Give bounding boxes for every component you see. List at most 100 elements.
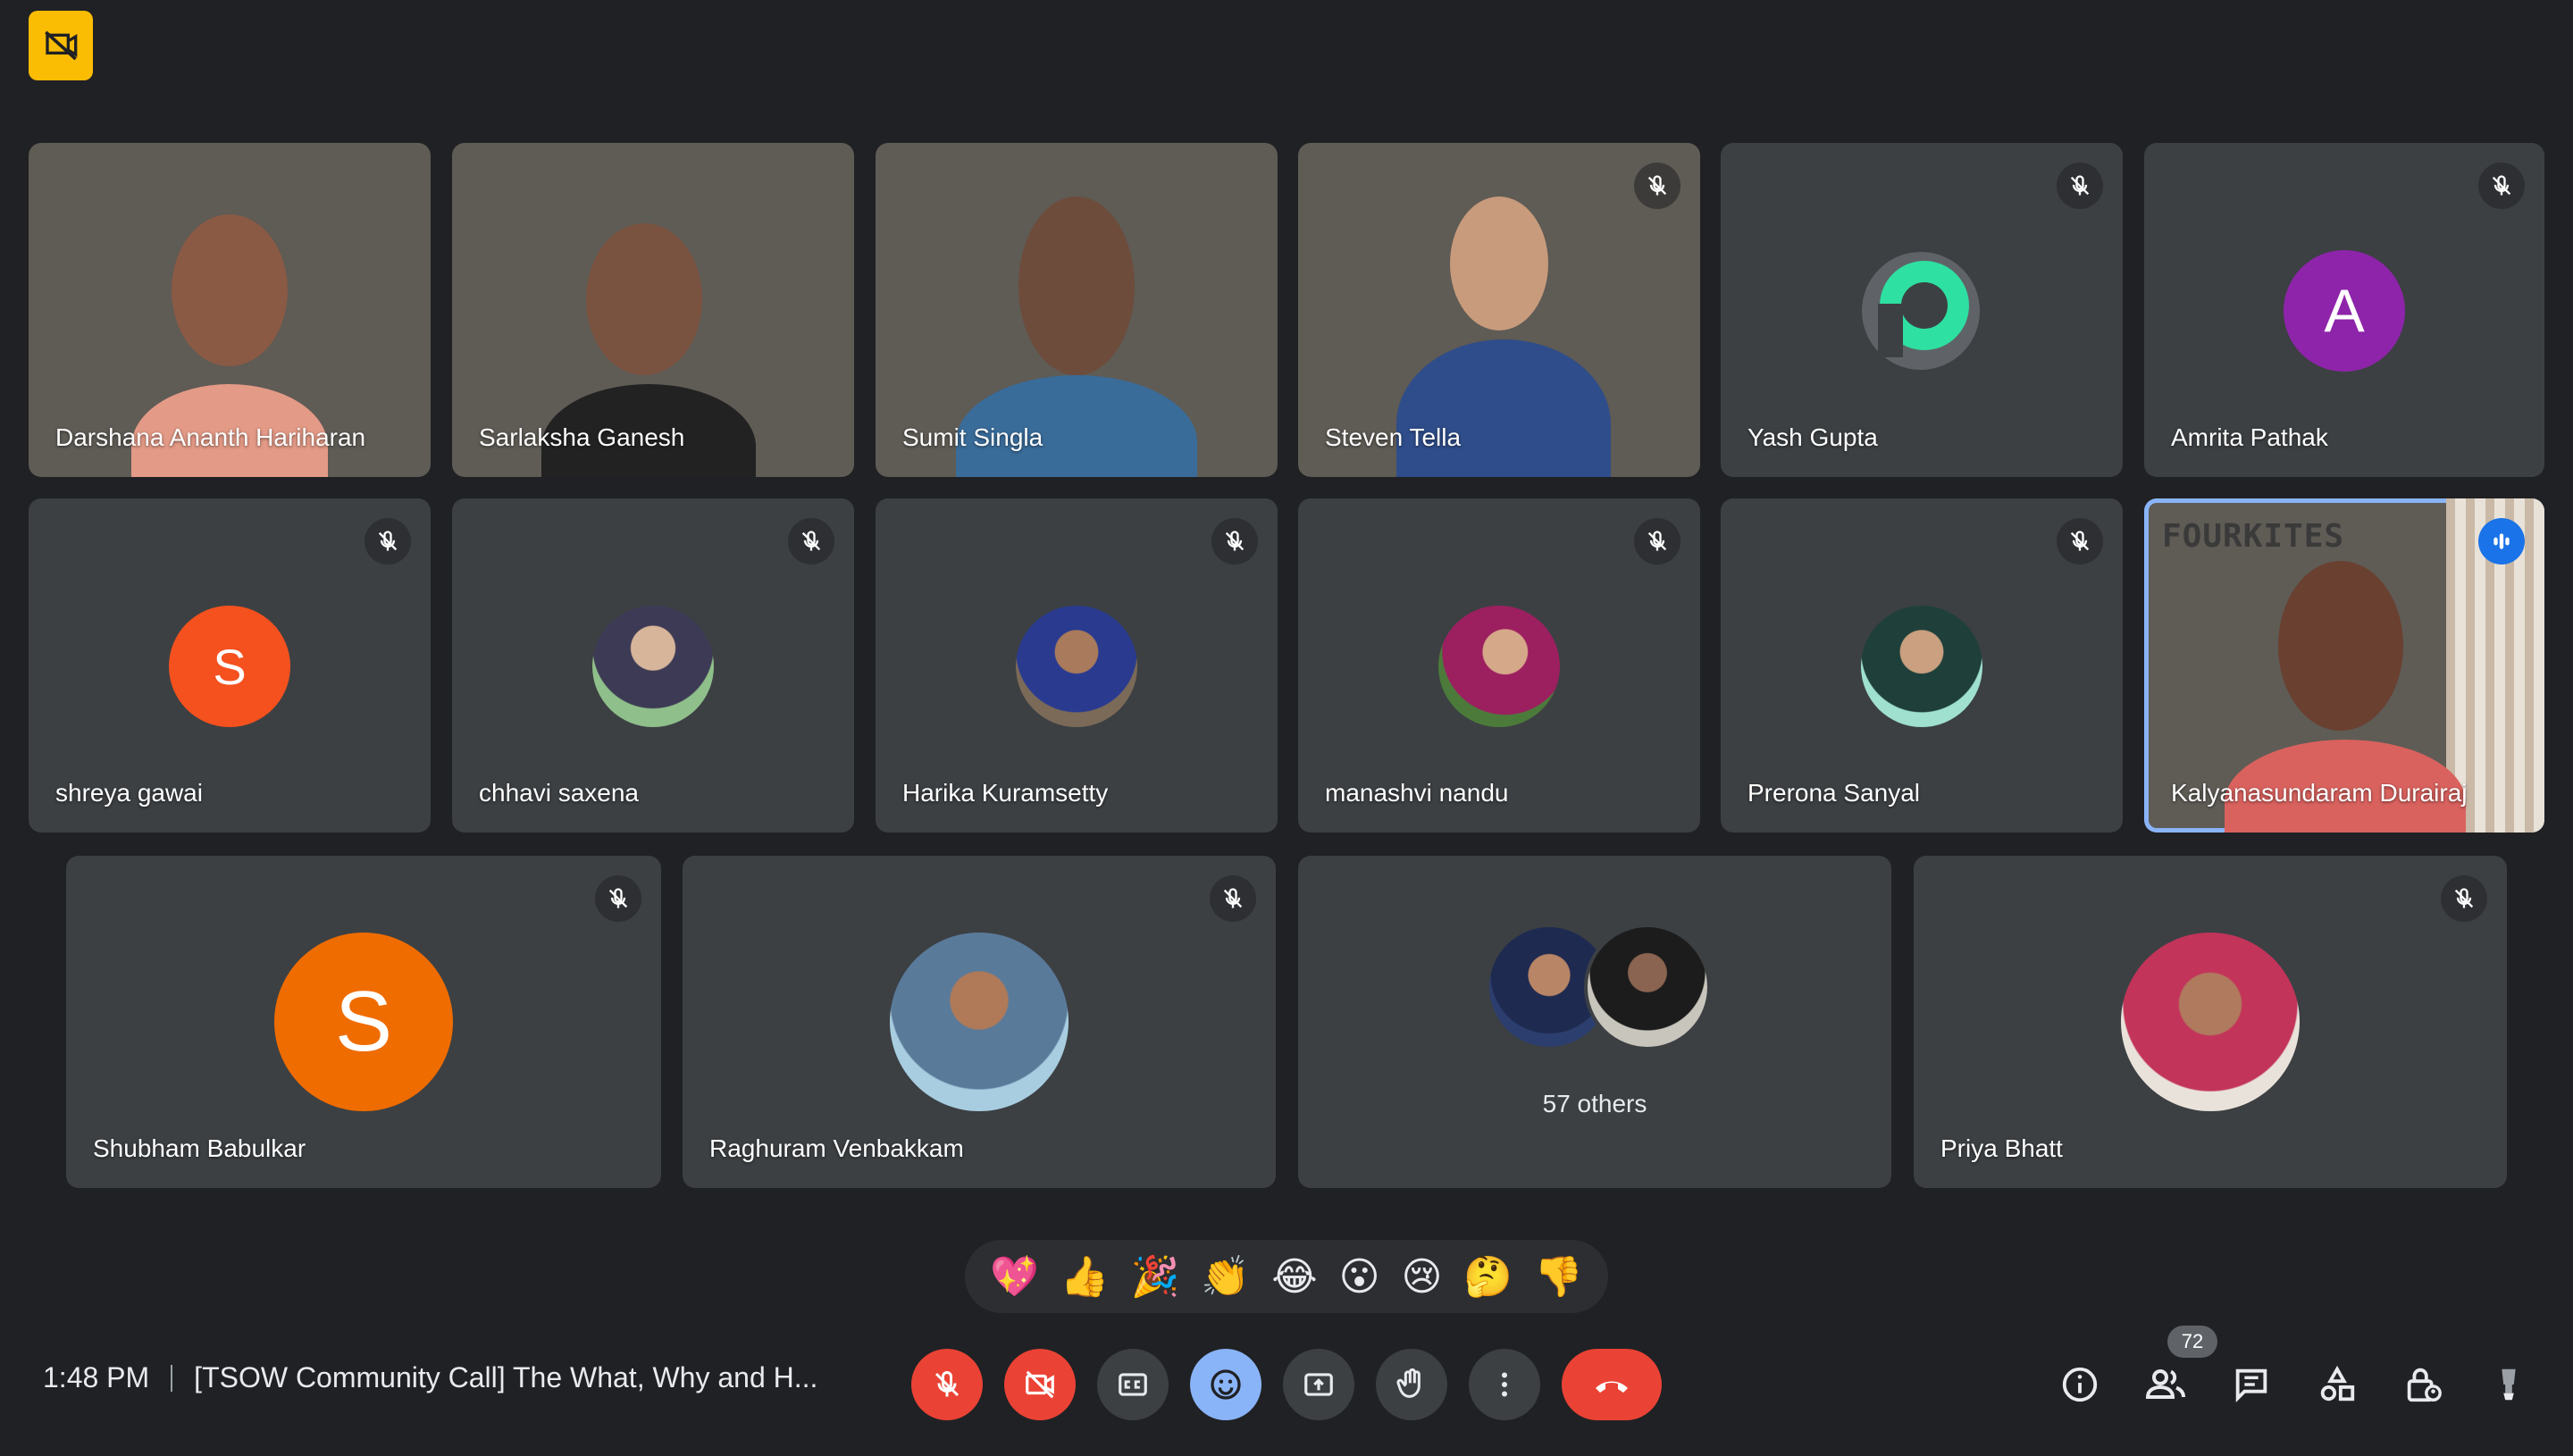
others-avatar [1584,924,1711,1050]
speaking-indicator [2478,518,2525,565]
participant-name: Prerona Sanyal [1747,779,1921,807]
participant-tile[interactable]: A Amrita Pathak [2144,143,2544,477]
mic-muted-indicator [2057,518,2103,565]
meeting-time: 1:48 PM [43,1361,150,1393]
participant-avatar [890,933,1069,1111]
meeting-details-button[interactable] [2053,1358,2107,1411]
reaction-clapping[interactable]: 👏 [1201,1253,1250,1300]
captions-icon [1119,1373,1147,1396]
participant-tile[interactable]: Harika Kuramsetty [876,498,1278,833]
others-tile[interactable]: 57 others [1298,856,1891,1188]
mic-off-icon [934,1370,960,1397]
people-icon [2145,1369,2185,1399]
host-controls-button[interactable] [2396,1358,2450,1411]
participant-tile[interactable]: Priya Bhatt [1914,856,2507,1188]
divider [171,1364,173,1392]
participant-count-badge: 72 [2167,1326,2217,1358]
emoji-icon [1211,1369,1241,1400]
captions-button[interactable] [1097,1349,1169,1420]
participant-tile[interactable]: Steven Tella [1298,143,1700,477]
recording-badge[interactable] [29,11,93,80]
participant-name: Kalyanasundaram Durairaj [2171,779,2468,807]
mic-off-icon [608,888,628,908]
reaction-thumbs-up[interactable]: 👍 [1060,1253,1110,1300]
mic-off-icon [1647,531,1667,551]
reaction-sparkling-heart[interactable]: 💖 [990,1253,1039,1300]
participant-avatar [1861,606,1982,727]
participant-avatar [592,606,714,727]
participant-name: Steven Tella [1325,423,1462,451]
mic-off-icon [2492,175,2511,196]
participant-tile[interactable]: Prerona Sanyal [1721,498,2123,833]
participant-tile-active-speaker[interactable]: FOURKITES Kalyanasundaram Durairaj [2144,498,2544,833]
reactions-button[interactable] [1190,1349,1261,1420]
reaction-surprised[interactable]: 😮 [1339,1254,1380,1300]
host-controls-icon [2407,1368,2442,1402]
mic-off-icon [378,531,398,551]
reaction-thinking[interactable]: 🤔 [1463,1253,1513,1300]
participant-tile[interactable]: Sarlaksha Ganesh [452,143,854,477]
audio-level-icon [2493,533,2510,549]
participant-tile[interactable]: Sumit Singla [876,143,1278,477]
participant-name: Amrita Pathak [2171,423,2328,451]
participant-name: Sarlaksha Ganesh [479,423,685,451]
mic-muted-indicator [1634,518,1680,565]
reaction-party-popper[interactable]: 🎉 [1131,1253,1180,1300]
present-icon [1304,1373,1333,1396]
participant-tile[interactable]: Darshana Ananth Hariharan [29,143,431,477]
avatar-initial: S [213,638,247,695]
participant-tile[interactable]: S Shubham Babulkar [66,856,661,1188]
reaction-thumbs-down[interactable]: 👎 [1534,1253,1583,1300]
mic-muted-indicator [2441,875,2487,922]
participant-name: Shubham Babulkar [93,1134,306,1162]
participant-tile[interactable]: chhavi saxena [452,498,854,833]
camera-button[interactable] [1004,1349,1076,1420]
raise-hand-button[interactable] [1376,1349,1447,1420]
meeting-info: 1:48 PM [TSOW Community Call] The What, … [43,1361,817,1394]
participant-tile[interactable]: S shreya gawai [29,498,431,833]
avatar-initial: A [2324,277,2365,345]
mic-muted-indicator [365,518,411,565]
mic-muted-indicator [2478,163,2525,209]
info-icon [2062,1367,2098,1402]
mic-off-icon [2070,531,2090,551]
participant-tile[interactable]: Yash Gupta [1721,143,2123,477]
mic-muted-indicator [1210,875,1256,922]
mic-muted-indicator [1634,163,1680,209]
participant-avatar: S [169,606,290,727]
more-options-button[interactable] [1469,1349,1540,1420]
camera-off-icon [1026,1370,1054,1399]
participant-avatar: S [274,933,453,1111]
companion-icon [2502,1368,2516,1401]
participant-name: Darshana Ananth Hariharan [55,423,366,451]
participant-avatar [1438,606,1560,727]
participant-name: shreya gawai [55,779,203,807]
logo-avatar-icon [1862,252,1980,370]
hang-up-icon [1596,1381,1628,1393]
participant-tile[interactable]: Raghuram Venbakkam [683,856,1276,1188]
present-button[interactable] [1283,1349,1354,1420]
mic-muted-indicator [2057,163,2103,209]
participant-name: Raghuram Venbakkam [709,1134,964,1162]
participant-name: Harika Kuramsetty [902,779,1109,807]
others-count-label: 57 others [1542,1090,1647,1117]
participant-name: Sumit Singla [902,423,1043,451]
mic-muted-indicator [1211,518,1258,565]
avatar-initial: S [334,974,393,1069]
microphone-button[interactable] [911,1349,983,1420]
mic-muted-indicator [788,518,834,565]
background-logo-text: FOURKITES [2162,518,2345,555]
reaction-crying[interactable]: 😢 [1401,1254,1442,1300]
companion-mode-button[interactable] [2482,1358,2535,1411]
participant-name: Yash Gupta [1747,423,1878,451]
chat-button[interactable] [2225,1358,2278,1411]
activities-button[interactable] [2310,1358,2364,1411]
meeting-title[interactable]: [TSOW Community Call] The What, Why and … [194,1361,817,1394]
recording-off-icon [45,30,78,61]
participant-name: Priya Bhatt [1940,1134,2063,1162]
leave-call-button[interactable] [1562,1349,1662,1420]
participant-name: manashvi nandu [1325,779,1509,807]
people-button[interactable] [2139,1358,2192,1411]
participant-tile[interactable]: manashvi nandu [1298,498,1700,833]
reaction-tears-of-joy[interactable]: 😂 [1271,1254,1317,1300]
